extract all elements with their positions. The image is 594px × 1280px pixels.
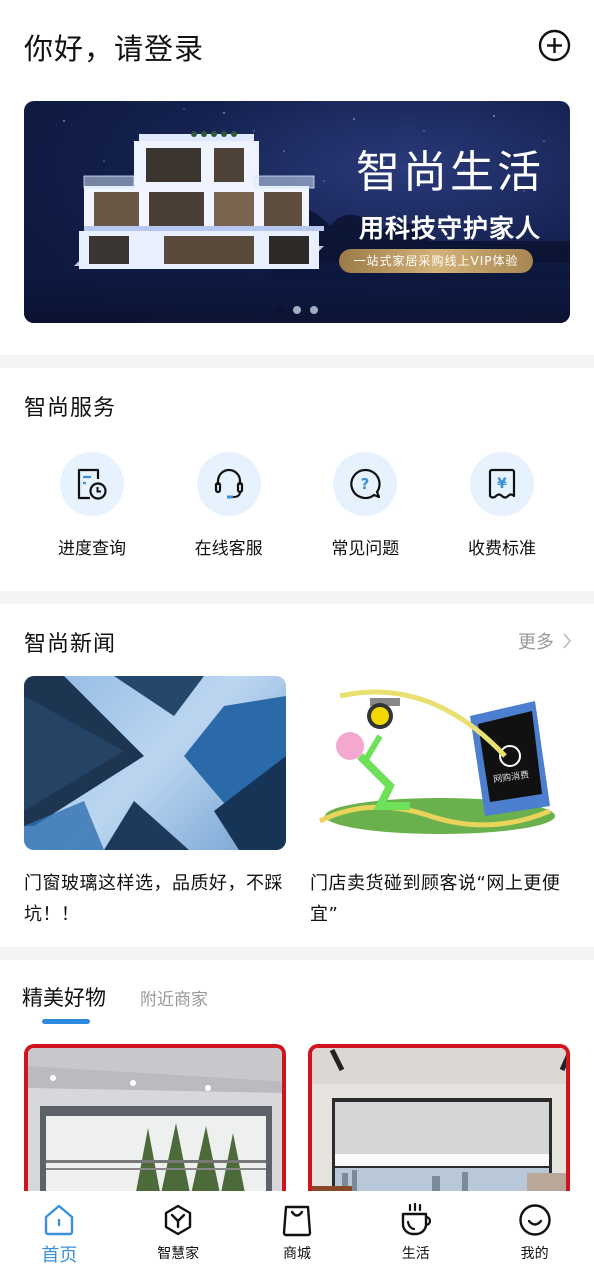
section-divider [0, 591, 594, 604]
news-more-link[interactable]: 更多 [518, 628, 572, 654]
service-icon-bg [196, 452, 261, 516]
service-label: 进度查询 [58, 539, 126, 559]
coffee-cup-icon [401, 1203, 431, 1236]
tab-label: 我的 [520, 1246, 549, 1262]
banner-headline: 智尚生活 [356, 147, 544, 198]
service-pricing[interactable]: ¥ 收费标准 [434, 448, 570, 559]
news-card[interactable]: 门窗玻璃这样选，品质好，不踩坑！！ [24, 676, 286, 930]
bottom-tab-bar: 首页 智慧家 商城 生活 我的 [0, 1191, 594, 1280]
carousel-dot[interactable] [276, 306, 284, 314]
online-shopping-cartoon: 网购消费 [310, 676, 572, 850]
tab-featured-goods[interactable]: 精美好物 [22, 982, 106, 1012]
service-icon-bg [60, 452, 124, 516]
tab-life[interactable]: 生活 [357, 1191, 475, 1280]
service-online-support[interactable]: 在线客服 [161, 448, 297, 559]
skyscrapers-photo [24, 676, 286, 850]
yuan-receipt-icon: ¥ [488, 468, 516, 499]
window-forest-photo [28, 1048, 282, 1204]
services-title: 智尚服务 [24, 396, 117, 421]
tab-label: 首页 [41, 1245, 78, 1266]
schedule-document-icon [77, 468, 107, 500]
svg-text:?: ? [361, 475, 370, 493]
svg-text:¥: ¥ [497, 476, 507, 492]
section-divider [0, 355, 594, 368]
banner-vip-pill[interactable]: 一站式家居采购线上VIP体验 [339, 249, 533, 273]
home-icon [45, 1204, 74, 1236]
promo-banner[interactable]: 智尚生活 用科技守护家人 一站式家居采购线上VIP体验 [24, 101, 570, 323]
service-label: 常见问题 [331, 539, 400, 559]
more-label: 更多 [518, 632, 554, 653]
chevron-right-icon [563, 633, 572, 649]
product-card[interactable] [308, 1044, 570, 1204]
service-progress-query[interactable]: 进度查询 [24, 448, 160, 559]
house-illustration [74, 131, 324, 269]
headset-icon [214, 468, 243, 499]
service-icon-bg: ? [333, 452, 398, 516]
carousel-dot[interactable] [293, 306, 301, 314]
carousel-dot[interactable] [310, 306, 318, 314]
tab-smart-home[interactable]: 智慧家 [119, 1191, 237, 1280]
service-faq[interactable]: ? 常见问题 [297, 448, 433, 559]
product-tabs: 精美好物 附近商家 [22, 982, 208, 1012]
banner-subline: 用科技守护家人 [358, 214, 541, 243]
services-grid: 进度查询 在线客服 ? 常见问题 ¥ 收费标准 [0, 448, 594, 559]
window-city-view-photo [312, 1048, 566, 1204]
login-prompt[interactable]: 你好，请登录 [24, 26, 204, 68]
tab-mine[interactable]: 我的 [476, 1191, 594, 1280]
news-title: 门店卖货碰到顾客说“网上更便宜” [310, 873, 561, 925]
active-tab-indicator [42, 1019, 90, 1024]
question-bubble-icon: ? [350, 468, 381, 500]
news-card[interactable]: 网购消费 门店卖货碰到顾客说“网上更便宜” [310, 676, 572, 930]
carousel-indicator [24, 306, 570, 314]
tab-label: 智慧家 [157, 1246, 200, 1262]
section-divider [0, 947, 594, 960]
tab-nearby-merchants[interactable]: 附近商家 [140, 985, 208, 1010]
smile-icon [518, 1204, 551, 1236]
news-title: 门窗玻璃这样选，品质好，不踩坑！！ [24, 873, 283, 925]
product-card[interactable] [24, 1044, 286, 1204]
service-label: 在线客服 [194, 539, 263, 559]
hexagon-y-icon [164, 1204, 192, 1236]
service-icon-bg: ¥ [469, 452, 534, 516]
shopping-bag-icon [282, 1205, 312, 1237]
tab-home[interactable]: 首页 [0, 1191, 118, 1280]
tab-label: 商城 [282, 1246, 311, 1262]
news-title: 智尚新闻 [24, 632, 117, 657]
tab-label: 生活 [401, 1246, 430, 1262]
tab-mall[interactable]: 商城 [238, 1191, 356, 1280]
service-label: 收费标准 [467, 539, 536, 559]
header: 你好，请登录 [0, 0, 594, 92]
circle-plus-icon[interactable] [538, 29, 571, 62]
